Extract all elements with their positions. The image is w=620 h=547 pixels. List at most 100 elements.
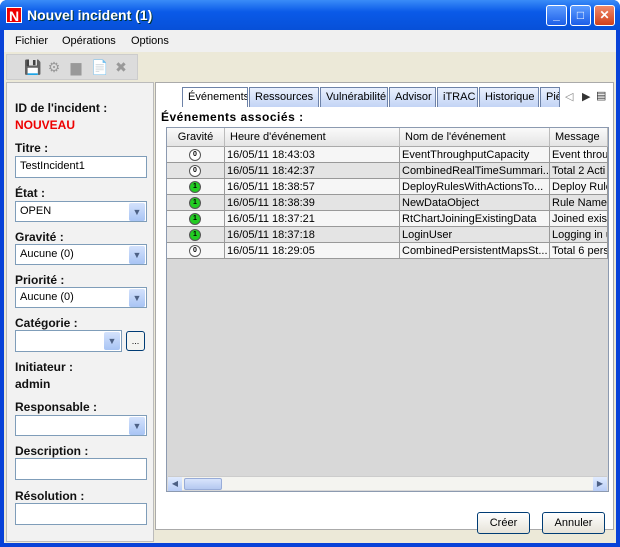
window: N Nouvel incident (1) _ □ ✕ Fichier Opér… bbox=[0, 0, 620, 547]
horizontal-scrollbar[interactable]: ◀ ▶ bbox=[168, 476, 607, 491]
maximize-button[interactable]: □ bbox=[570, 5, 591, 26]
client-area: Fichier Opérations Options 💾 ⚙ ▆ 📄 ✖ ID … bbox=[4, 30, 616, 543]
title-bar[interactable]: N Nouvel incident (1) _ □ ✕ bbox=[0, 0, 620, 30]
chevron-down-icon[interactable]: ▼ bbox=[129, 246, 145, 264]
menu-operations[interactable]: Opérations bbox=[62, 35, 116, 47]
create-button[interactable]: Créer bbox=[477, 512, 530, 534]
table-row[interactable]: 1 16/05/11 18:38:39 NewDataObject Rule Name bbox=[167, 195, 608, 211]
close-button[interactable]: ✕ bbox=[594, 5, 615, 26]
severity-cell: 1 bbox=[167, 227, 225, 243]
toolbar: 💾 ⚙ ▆ 📄 ✖ bbox=[6, 54, 138, 80]
gear-icon[interactable]: ⚙ bbox=[46, 59, 62, 75]
severity-badge-icon: 1 bbox=[189, 213, 201, 225]
message-cell: Total 2 Acti bbox=[550, 163, 608, 179]
categorie-select[interactable]: ▼ bbox=[15, 330, 122, 352]
description-input[interactable] bbox=[15, 458, 147, 480]
table-row[interactable]: 1 16/05/11 18:37:21 RtChartJoiningExisting… bbox=[167, 211, 608, 227]
time-cell: 16/05/11 18:37:18 bbox=[225, 227, 400, 243]
scroll-right-icon[interactable]: ▶ bbox=[593, 477, 607, 491]
message-cell: Event throu bbox=[552, 147, 608, 163]
edit-document-icon[interactable]: 📄 bbox=[91, 59, 108, 75]
message-cell: Logging in u bbox=[552, 227, 608, 243]
severity-cell: 1 bbox=[167, 211, 225, 227]
table-row[interactable]: 0 16/05/11 18:43:03 EventThroughputCapacit… bbox=[167, 147, 608, 163]
time-cell: 16/05/11 18:38:57 bbox=[225, 179, 400, 195]
table-row[interactable]: 0 16/05/11 18:42:37 CombinedRealTimeSummar… bbox=[167, 163, 608, 179]
titre-label: Titre : bbox=[15, 141, 49, 155]
table-row[interactable]: 1 16/05/11 18:38:57 DeployRulesWithActions… bbox=[167, 179, 608, 195]
severity-badge-icon: 1 bbox=[189, 197, 201, 209]
save-icon[interactable]: 💾 bbox=[24, 59, 41, 75]
name-cell: RtChartJoiningExistingData bbox=[400, 211, 550, 227]
incident-form: ID de l'incident : NOUVEAU Titre : TestI… bbox=[6, 82, 154, 542]
name-cell: DeployRulesWithActionsTo... bbox=[400, 179, 550, 195]
time-cell: 16/05/11 18:42:37 bbox=[225, 163, 400, 179]
priorite-value: Aucune (0) bbox=[20, 291, 74, 303]
tab-vulnerabilite[interactable]: Vulnérabilité bbox=[320, 87, 388, 107]
time-cell: 16/05/11 18:37:21 bbox=[225, 211, 400, 227]
priorite-select[interactable]: Aucune (0) ▼ bbox=[15, 287, 147, 308]
time-cell: 16/05/11 18:38:39 bbox=[225, 195, 400, 211]
table-row[interactable]: 0 16/05/11 18:29:05 CombinedPersistentMaps… bbox=[167, 243, 608, 259]
gravite-select[interactable]: Aucune (0) ▼ bbox=[15, 244, 147, 265]
etat-select[interactable]: OPEN ▼ bbox=[15, 201, 147, 222]
id-value: NOUVEAU bbox=[15, 118, 76, 132]
tab-itrac[interactable]: iTRAC bbox=[437, 87, 478, 107]
chevron-down-icon[interactable]: ▼ bbox=[129, 417, 145, 435]
tab-advisor[interactable]: Advisor bbox=[389, 87, 436, 107]
severity-badge-icon: 0 bbox=[189, 165, 201, 177]
severity-badge-icon: 0 bbox=[189, 149, 201, 161]
severity-badge-icon: 1 bbox=[189, 229, 201, 241]
severity-cell: 1 bbox=[167, 195, 225, 211]
initiateur-label: Initiateur : bbox=[15, 360, 74, 374]
menu-options[interactable]: Options bbox=[131, 35, 169, 47]
id-label: ID de l'incident : bbox=[15, 101, 108, 115]
tab-evenements[interactable]: Événements bbox=[182, 87, 248, 107]
tab-scroll-left-icon[interactable]: ◁ bbox=[565, 90, 573, 103]
section-title: Événements associés : bbox=[161, 110, 304, 124]
responsable-select[interactable]: ▼ bbox=[15, 415, 147, 436]
window-title: Nouvel incident (1) bbox=[27, 7, 153, 23]
column-header-nom[interactable]: Nom de l'événement bbox=[400, 128, 550, 147]
table-row[interactable]: 1 16/05/11 18:37:18 LoginUser Logging in u bbox=[167, 227, 608, 243]
tab-list-icon[interactable]: ▤ bbox=[596, 89, 606, 102]
resolution-input[interactable] bbox=[15, 503, 147, 525]
cancel-button[interactable]: Annuler bbox=[542, 512, 605, 534]
message-cell: Joined exis bbox=[552, 211, 608, 227]
chevron-down-icon[interactable]: ▼ bbox=[129, 289, 145, 307]
menu-bar: Fichier Opérations Options bbox=[4, 30, 616, 52]
menu-fichier[interactable]: Fichier bbox=[15, 35, 48, 47]
events-table: Gravité Heure d'événement Nom de l'événe… bbox=[166, 127, 609, 492]
time-cell: 16/05/11 18:29:05 bbox=[225, 243, 400, 259]
severity-cell: 0 bbox=[167, 163, 225, 179]
tab-historique[interactable]: Historique bbox=[479, 87, 539, 107]
severity-cell: 0 bbox=[167, 147, 225, 163]
severity-cell: 0 bbox=[167, 243, 225, 259]
severity-cell: 1 bbox=[167, 179, 225, 195]
etat-label: État : bbox=[15, 186, 45, 200]
description-label: Description : bbox=[15, 444, 89, 458]
severity-badge-icon: 0 bbox=[189, 245, 201, 257]
resolution-label: Résolution : bbox=[15, 489, 85, 503]
tab-scroll-right-icon[interactable]: ▶ bbox=[582, 90, 590, 103]
tab-ressources[interactable]: Ressources bbox=[249, 87, 319, 107]
time-cell: 16/05/11 18:43:03 bbox=[225, 147, 400, 163]
chevron-down-icon[interactable]: ▼ bbox=[129, 203, 145, 221]
column-header-message[interactable]: Message bbox=[550, 128, 608, 147]
tab-pieces[interactable]: Piè bbox=[540, 87, 560, 107]
scrollbar-thumb[interactable] bbox=[184, 478, 222, 490]
categorie-label: Catégorie : bbox=[15, 316, 78, 330]
column-header-heure[interactable]: Heure d'événement bbox=[225, 128, 400, 147]
scroll-left-icon[interactable]: ◀ bbox=[168, 477, 182, 491]
message-cell: Total 6 pers bbox=[552, 243, 608, 259]
etat-value: OPEN bbox=[20, 205, 52, 217]
details-panel: Événements Ressources Vulnérabilité Advi… bbox=[155, 82, 614, 530]
titre-input[interactable]: TestIncident1 bbox=[15, 156, 147, 178]
categorie-browse-button[interactable]: ... bbox=[126, 331, 145, 351]
column-header-gravite[interactable]: Gravité bbox=[167, 128, 225, 147]
minimize-button[interactable]: _ bbox=[546, 5, 567, 26]
panel-icon[interactable]: ▆ bbox=[68, 59, 84, 75]
chevron-down-icon[interactable]: ▼ bbox=[104, 332, 120, 350]
delete-icon[interactable]: ✖ bbox=[113, 59, 129, 75]
name-cell: CombinedRealTimeSummari... bbox=[402, 163, 550, 179]
